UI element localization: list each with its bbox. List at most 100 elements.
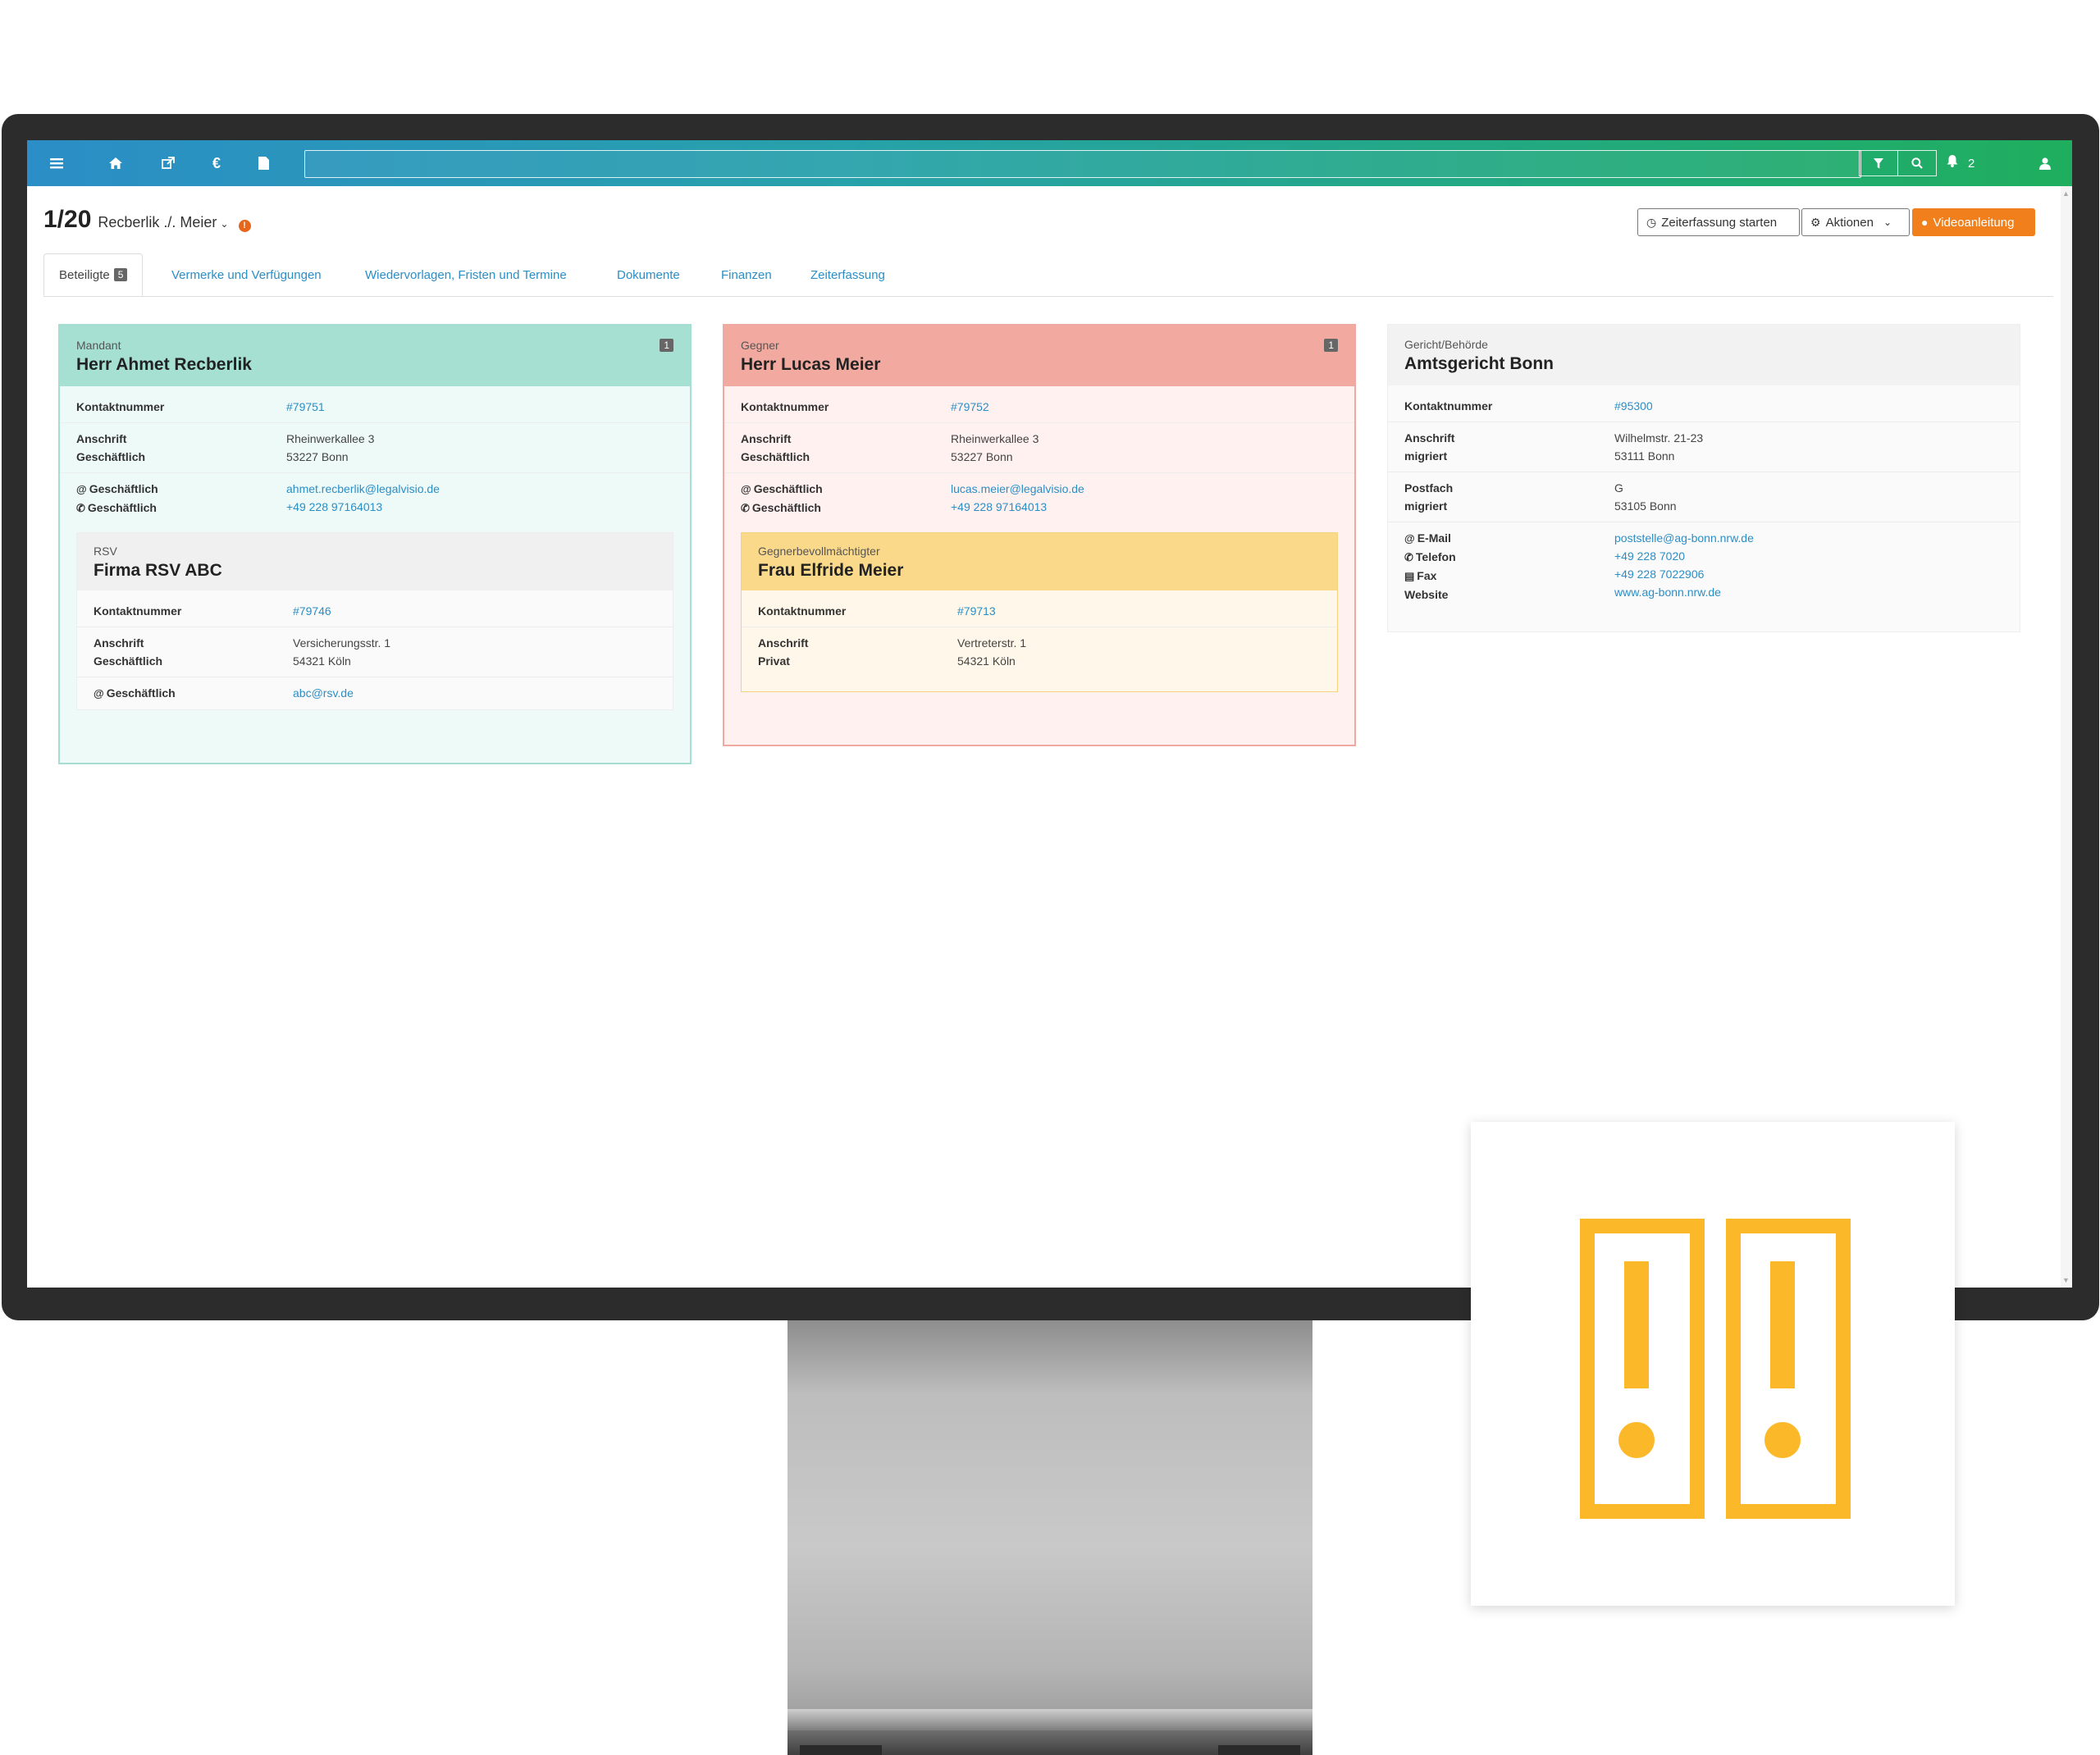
mandant-card-header[interactable]: Mandant Herr Ahmet Recberlik 1 bbox=[60, 326, 690, 386]
email-link[interactable]: lucas.meier@legalvisio.de bbox=[951, 482, 1084, 495]
play-circle-icon: ● bbox=[1921, 216, 1929, 229]
gericht-name[interactable]: Amtsgericht Bonn bbox=[1404, 354, 2003, 374]
contact-number-link[interactable]: #79752 bbox=[951, 400, 989, 413]
euro-icon[interactable]: € bbox=[194, 140, 240, 186]
fax-link[interactable]: +49 228 7022906 bbox=[1614, 568, 1704, 581]
contact-channels-row: @ Geschäftlich ✆ Geschäftlich ahmet.recber… bbox=[60, 473, 690, 524]
tab-dokumente[interactable]: Dokumente bbox=[617, 253, 680, 296]
phone-link[interactable]: +49 228 97164013 bbox=[951, 500, 1047, 513]
contact-number-link[interactable]: #79746 bbox=[293, 604, 331, 618]
top-navbar: € 2 bbox=[27, 140, 2072, 186]
address-street: Rheinwerkallee 3 bbox=[286, 432, 375, 445]
row-label: Kontaktnummer bbox=[758, 604, 847, 618]
aktionen-button[interactable]: ⚙ Aktionen ⌄ bbox=[1801, 208, 1910, 236]
rsv-subcard-header[interactable]: RSV Firma RSV ABC bbox=[77, 533, 673, 590]
row-label-type: migriert bbox=[1404, 449, 1448, 463]
gericht-card-header[interactable]: Gericht/Behörde Amtsgericht Bonn bbox=[1388, 325, 2020, 385]
tab-beteiligte[interactable]: Beteiligte 5 bbox=[43, 253, 144, 296]
address-street: Versicherungsstr. 1 bbox=[293, 636, 391, 650]
warning-icon[interactable]: ! bbox=[238, 220, 251, 232]
menu-icon[interactable] bbox=[34, 140, 80, 186]
user-icon[interactable] bbox=[2029, 140, 2061, 186]
notifications[interactable]: 2 bbox=[1947, 140, 1974, 186]
contact-number-link[interactable]: #79751 bbox=[286, 400, 325, 413]
postfach-number: G bbox=[1614, 481, 1623, 495]
row-label: Anschrift bbox=[741, 432, 792, 445]
address-row: Anschrift migriert Wilhelmstr. 21-23 53111… bbox=[1388, 422, 2020, 472]
row-label: Geschäftlich bbox=[751, 501, 821, 514]
gegner-count-badge: 1 bbox=[1324, 339, 1338, 352]
gegner-card-header[interactable]: Gegner Herr Lucas Meier 1 bbox=[724, 326, 1354, 386]
gbv-name[interactable]: Frau Elfride Meier bbox=[758, 561, 1321, 581]
address-city: 54321 Köln bbox=[293, 654, 351, 668]
postfach-row: Postfach migriert G 53105 Bonn bbox=[1388, 472, 2020, 522]
address-row: Anschrift Privat Vertreterstr. 1 54321 Köl… bbox=[742, 627, 1337, 677]
phone-icon: ✆ bbox=[741, 502, 750, 514]
chevron-down-icon: ⌄ bbox=[1883, 217, 1892, 228]
row-label: E-Mail bbox=[1417, 531, 1451, 545]
rsv-role: RSV bbox=[94, 545, 117, 558]
scroll-up-icon[interactable]: ▲ bbox=[2062, 189, 2070, 198]
aktionen-label: Aktionen bbox=[1825, 215, 1874, 230]
document-icon[interactable] bbox=[240, 140, 286, 186]
address-street: Rheinwerkallee 3 bbox=[951, 432, 1039, 445]
gegnerbevollmaechtigter-header[interactable]: Gegnerbevollmächtigter Frau Elfride Meie… bbox=[742, 533, 1337, 590]
contact-number-link[interactable]: #79713 bbox=[957, 604, 996, 618]
rsv-name[interactable]: Firma RSV ABC bbox=[94, 561, 656, 581]
tab-badge: 5 bbox=[113, 268, 128, 281]
tab-zeiterfassung[interactable]: Zeiterfassung bbox=[810, 253, 885, 296]
email-link[interactable]: abc@rsv.de bbox=[293, 686, 354, 700]
gegnerbevollmaechtigter-subcard: Gegnerbevollmächtigter Frau Elfride Meie… bbox=[741, 532, 1338, 692]
mandant-name[interactable]: Herr Ahmet Recberlik bbox=[76, 355, 673, 375]
mandant-count-badge: 1 bbox=[660, 339, 673, 352]
row-label: Geschäftlich bbox=[89, 482, 158, 495]
postfach-city: 53105 Bonn bbox=[1614, 499, 1677, 513]
website-link[interactable]: www.ag-bonn.nrw.de bbox=[1614, 586, 1721, 599]
folders-exclamation-logo bbox=[1580, 1219, 1851, 1519]
address-street: Wilhelmstr. 21-23 bbox=[1614, 431, 1704, 444]
phone-icon: ✆ bbox=[76, 502, 85, 514]
filter-icon[interactable] bbox=[1859, 150, 1898, 176]
gericht-role: Gericht/Behörde bbox=[1404, 338, 1488, 351]
address-city: 53227 Bonn bbox=[951, 450, 1013, 463]
zeiterfassung-start-button[interactable]: ◷ Zeiterfassung starten bbox=[1637, 208, 1800, 236]
row-label: Kontaktnummer bbox=[76, 400, 165, 413]
at-icon: @ bbox=[1404, 532, 1415, 545]
address-street: Vertreterstr. 1 bbox=[957, 636, 1027, 650]
row-label: Telefon bbox=[1415, 550, 1456, 563]
tab-wiedervorlagen[interactable]: Wiedervorlagen, Fristen und Termine bbox=[365, 253, 567, 296]
phone-icon: ✆ bbox=[1404, 551, 1413, 563]
row-label: Fax bbox=[1417, 569, 1437, 582]
screen: € 2 1/20 Recberlik ./. Meier ⌄ ! ◷ Zeite… bbox=[27, 140, 2072, 1288]
bell-icon[interactable] bbox=[1947, 155, 1958, 171]
row-label-type: Privat bbox=[758, 654, 790, 668]
contact-channels-row: @ Geschäftlich ✆ Geschäftlich lucas.meier@… bbox=[724, 473, 1354, 524]
app-logo-tile bbox=[1471, 1122, 1955, 1606]
gegner-name[interactable]: Herr Lucas Meier bbox=[741, 355, 1338, 375]
rsv-subcard: RSV Firma RSV ABC Kontaktnummer #79746 A… bbox=[76, 532, 673, 710]
contact-number-link[interactable]: #95300 bbox=[1614, 399, 1653, 413]
gbv-role: Gegnerbevollmächtigter bbox=[758, 545, 880, 558]
videoanleitung-button[interactable]: ● Videoanleitung bbox=[1912, 208, 2035, 236]
tab-bar: Beteiligte 5 Vermerke und Verfügungen Wi… bbox=[43, 253, 2053, 297]
address-row: Anschrift Geschäftlich Rheinwerkallee 3 53… bbox=[60, 423, 690, 473]
videoanleitung-label: Videoanleitung bbox=[1933, 215, 2015, 230]
scroll-down-icon[interactable]: ▼ bbox=[2062, 1276, 2070, 1284]
email-link[interactable]: ahmet.recberlik@legalvisio.de bbox=[286, 482, 440, 495]
row-label: Geschäftlich bbox=[753, 482, 823, 495]
email-link[interactable]: poststelle@ag-bonn.nrw.de bbox=[1614, 531, 1754, 545]
search-input[interactable] bbox=[304, 150, 1861, 178]
search-icon[interactable] bbox=[1897, 150, 1937, 176]
monitor-stand bbox=[788, 1320, 1312, 1730]
tab-vermerke[interactable]: Vermerke und Verfügungen bbox=[171, 253, 322, 296]
contact-number-row: Kontaktnummer #95300 bbox=[1388, 390, 2020, 422]
external-link-icon[interactable] bbox=[145, 140, 191, 186]
phone-link[interactable]: +49 228 7020 bbox=[1614, 549, 1685, 563]
row-label: Kontaktnummer bbox=[94, 604, 182, 618]
phone-link[interactable]: +49 228 97164013 bbox=[286, 500, 382, 513]
tab-finanzen[interactable]: Finanzen bbox=[721, 253, 772, 296]
home-icon[interactable] bbox=[93, 140, 139, 186]
page-scrollbar[interactable]: ▲ ▼ bbox=[2061, 186, 2072, 1288]
case-title[interactable]: Recberlik ./. Meier bbox=[98, 214, 217, 231]
chevron-down-icon[interactable]: ⌄ bbox=[220, 218, 228, 230]
